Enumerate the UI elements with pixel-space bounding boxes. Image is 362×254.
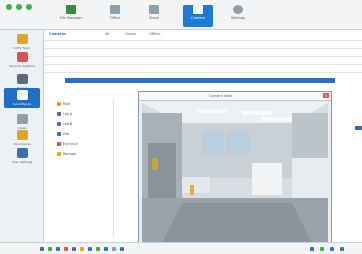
status-icon[interactable] xyxy=(120,247,124,251)
status-icon[interactable] xyxy=(330,247,334,251)
status-icon[interactable] xyxy=(310,247,314,251)
status-icon[interactable] xyxy=(96,247,100,251)
status-icon[interactable] xyxy=(48,247,52,251)
divider xyxy=(45,56,362,57)
viewer-titlebar[interactable]: Camera View × xyxy=(139,92,331,101)
status-dot-icon xyxy=(6,4,12,10)
folder-icon xyxy=(57,152,61,156)
status-icon[interactable] xyxy=(88,247,92,251)
shield-icon xyxy=(16,52,28,62)
camera-icon xyxy=(57,142,61,146)
group-icon xyxy=(16,34,28,44)
toolbar-file-manager-button[interactable]: File Manager xyxy=(58,5,84,27)
close-icon[interactable]: × xyxy=(323,93,329,98)
divider xyxy=(45,40,362,41)
project-icon xyxy=(16,74,28,84)
tree-item[interactable]: Lab A xyxy=(57,112,72,116)
status-bar xyxy=(0,242,362,254)
sidebar-item-cases[interactable]: Cases xyxy=(4,114,40,130)
status-icon[interactable] xyxy=(64,247,68,251)
status-icon[interactable] xyxy=(80,247,84,251)
sidebar-item-user-settings[interactable]: User Settings xyxy=(4,148,40,164)
status-icon[interactable] xyxy=(112,247,116,251)
selection-marker xyxy=(355,126,362,130)
top-toolbar: File Manager Office Share Camera Setting… xyxy=(0,0,362,30)
briefcase-icon xyxy=(16,114,28,124)
camera-viewer-window[interactable]: Camera View × xyxy=(138,91,332,245)
folder-icon xyxy=(66,5,76,14)
tree-item[interactable]: Entrance xyxy=(57,142,78,146)
sidebar-item-surveillance[interactable]: Surveillance xyxy=(4,88,40,108)
toolbar-share-button[interactable]: Share xyxy=(141,5,167,27)
toolbar-office-button[interactable]: Office xyxy=(102,5,128,27)
left-sidebar: CCTV Team Security Systems Project Surve… xyxy=(0,30,44,242)
filter-online[interactable]: Online xyxy=(125,32,136,36)
divider xyxy=(45,64,362,65)
folder-icon xyxy=(57,102,61,106)
status-dot-icon xyxy=(16,4,22,10)
toolbar-camera-button[interactable]: Camera xyxy=(183,5,213,27)
status-icon[interactable] xyxy=(40,247,44,251)
camera-feed-image xyxy=(142,103,328,243)
status-icon[interactable] xyxy=(320,247,324,251)
status-icon[interactable] xyxy=(56,247,60,251)
selected-row-highlight[interactable] xyxy=(65,78,335,83)
document-icon xyxy=(16,130,28,140)
divider xyxy=(45,72,362,73)
toolbar-settings-button[interactable]: Settings xyxy=(225,5,251,27)
sidebar-item-security-systems[interactable]: Security Systems xyxy=(4,52,40,68)
filter-offline[interactable]: Offline xyxy=(149,32,160,36)
share-icon xyxy=(149,5,159,14)
office-icon xyxy=(110,5,120,14)
camera-icon xyxy=(16,90,28,100)
camera-icon xyxy=(57,122,61,126)
divider xyxy=(45,48,362,49)
device-tree: Root Lab A Lab B Hall Entrance Storage xyxy=(53,98,114,238)
status-icon[interactable] xyxy=(104,247,108,251)
camera-icon xyxy=(193,5,203,14)
status-icon[interactable] xyxy=(72,247,76,251)
tree-item[interactable]: Root xyxy=(57,102,70,106)
sidebar-item-documents[interactable]: Documents xyxy=(4,130,40,146)
gear-icon xyxy=(233,5,243,14)
filter-all[interactable]: All xyxy=(105,32,109,36)
tree-item[interactable]: Storage xyxy=(57,152,76,156)
viewer-title: Camera View xyxy=(209,94,233,98)
camera-icon xyxy=(57,112,61,116)
tree-item[interactable]: Lab B xyxy=(57,122,72,126)
status-icon[interactable] xyxy=(340,247,344,251)
page-title: Cameras xyxy=(49,32,67,36)
sidebar-item-cctv-team[interactable]: CCTV Team xyxy=(4,34,40,50)
tree-item[interactable]: Hall xyxy=(57,132,69,136)
status-dot-icon xyxy=(26,4,32,10)
camera-icon xyxy=(57,132,61,136)
user-icon xyxy=(16,148,28,158)
